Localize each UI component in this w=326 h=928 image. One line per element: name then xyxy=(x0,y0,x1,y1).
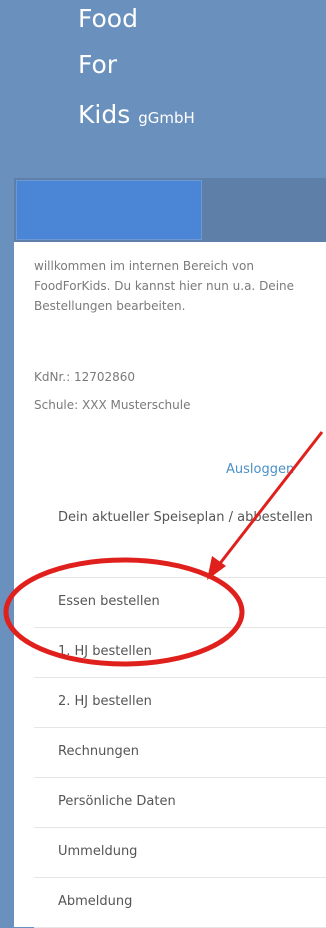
menu-item-hj2-bestellen[interactable]: 2. HJ bestellen xyxy=(34,678,326,728)
menu-item-label: Abmeldung xyxy=(58,894,133,909)
menu-item-label: Ummeldung xyxy=(58,844,138,859)
menu-item-hj1-bestellen[interactable]: 1. HJ bestellen xyxy=(34,628,326,678)
nav-active-tab[interactable] xyxy=(16,180,202,240)
welcome-text: willkommen im internen Bereich von FoodF… xyxy=(34,259,295,313)
brand-suffix: gGmbH xyxy=(138,109,195,127)
customer-number: KdNr.: 12702860 xyxy=(34,370,136,384)
menu-item-essen-bestellen[interactable]: Essen bestellen xyxy=(34,578,326,628)
menu-item-speiseplan[interactable]: Dein aktueller Speiseplan / abbestellen xyxy=(34,494,326,578)
menu-item-label: 2. HJ bestellen xyxy=(58,694,152,709)
school-name: Schule: XXX Musterschule xyxy=(34,398,191,412)
brand-line-food: Food xyxy=(78,4,138,33)
menu-item-persoenliche-daten[interactable]: Persönliche Daten xyxy=(34,778,326,828)
menu-item-rechnungen[interactable]: Rechnungen xyxy=(34,728,326,778)
menu-item-label: 1. HJ bestellen xyxy=(58,644,152,659)
menu-item-ummeldung[interactable]: Ummeldung xyxy=(34,828,326,878)
brand-kids: Kids xyxy=(78,100,131,129)
menu-item-abmeldung[interactable]: Abmeldung xyxy=(34,878,326,928)
menu-item-label: Rechnungen xyxy=(58,744,140,759)
logout-link[interactable]: Ausloggen xyxy=(226,462,294,477)
menu-item-label: Dein aktueller Speiseplan / abbestellen xyxy=(58,510,313,525)
site-header xyxy=(0,0,326,180)
account-menu: Dein aktueller Speiseplan / abbestellen … xyxy=(34,494,326,928)
brand-line-kids: Kids gGmbH xyxy=(78,98,195,135)
menu-item-label: Persönliche Daten xyxy=(58,794,176,809)
brand-line-for: For xyxy=(78,50,118,79)
menu-item-label: Essen bestellen xyxy=(58,594,160,609)
